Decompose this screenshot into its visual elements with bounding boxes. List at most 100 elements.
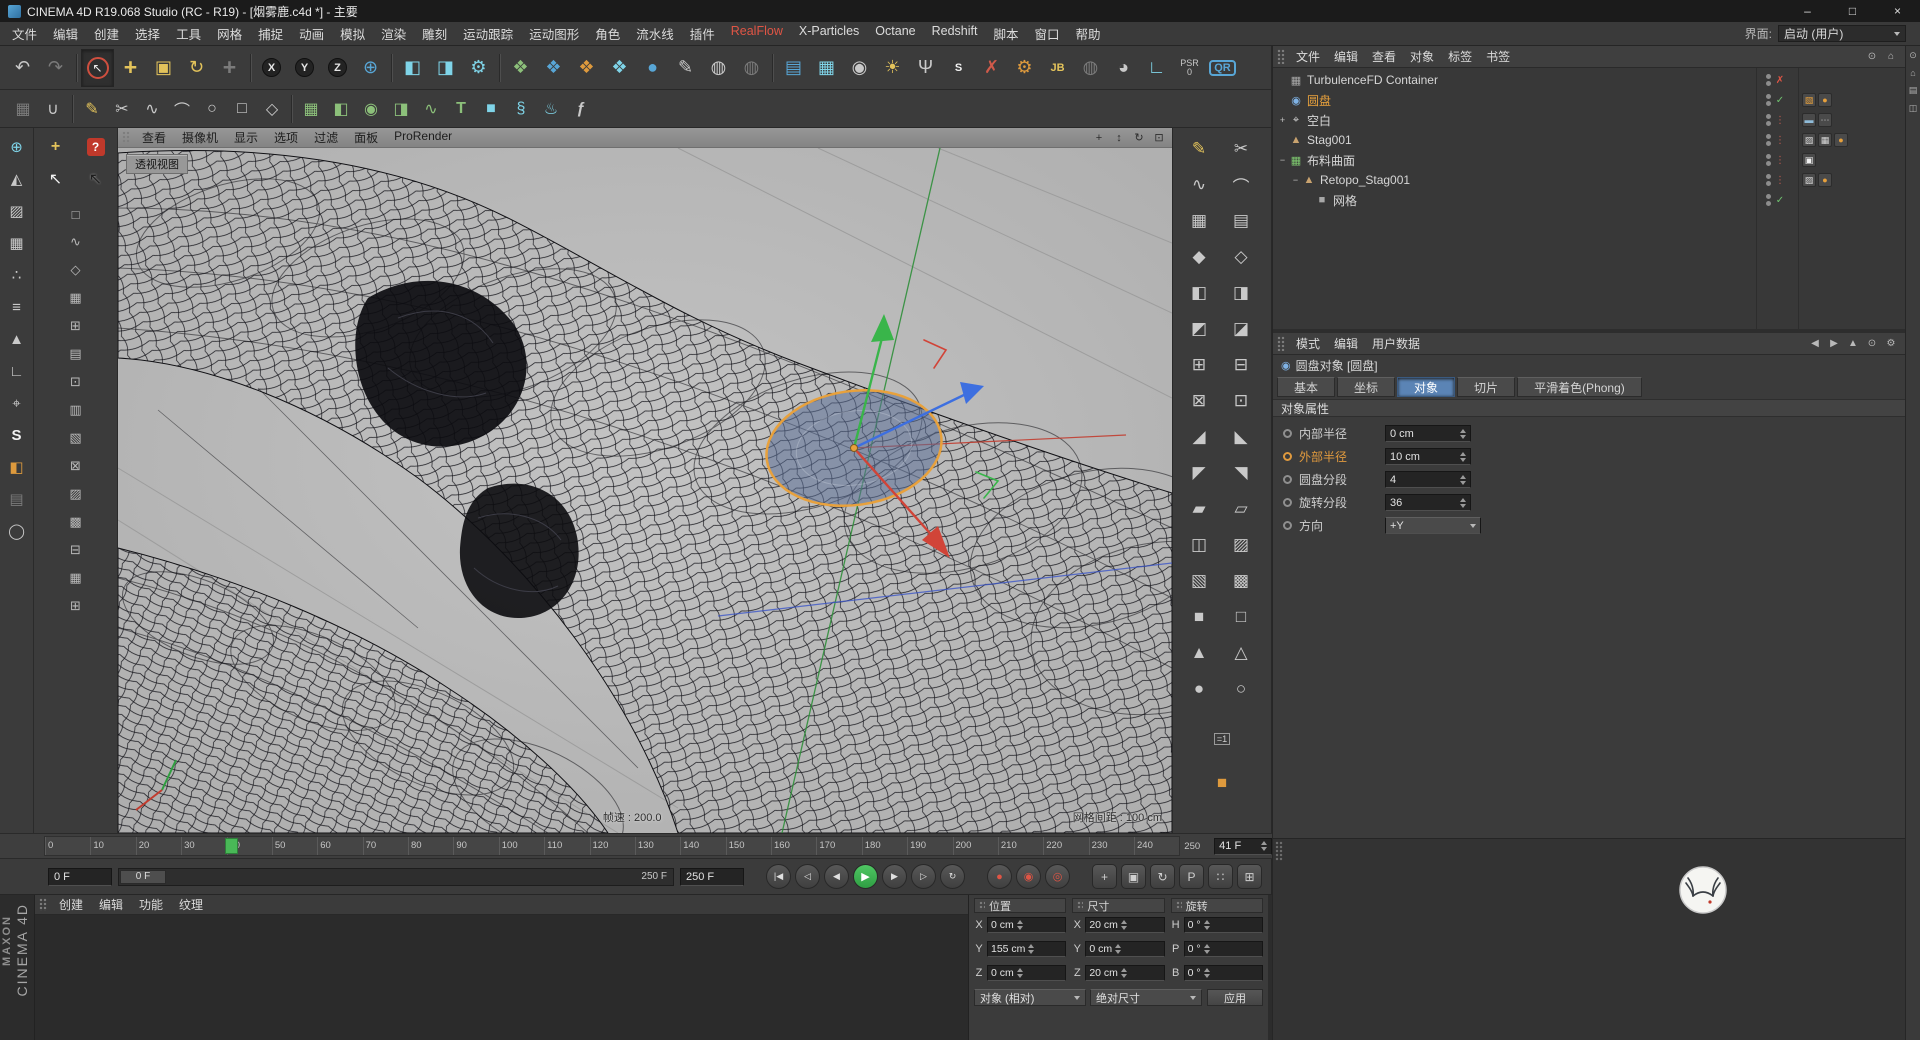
coordinate-input[interactable]: 0 cm	[987, 965, 1066, 981]
psr-icon[interactable]: PSR 0	[1173, 49, 1206, 87]
command-icon[interactable]: ▱	[1223, 492, 1259, 526]
record-position-toggle[interactable]: +	[1092, 864, 1117, 889]
points-mode-icon[interactable]: ∴	[4, 262, 30, 288]
layers-icon[interactable]: ▤	[1909, 85, 1918, 96]
toolbar-icon[interactable]	[76, 54, 77, 82]
checker-sphere-icon[interactable]: ◕	[1107, 49, 1140, 87]
coordinate-input[interactable]: 0 °	[1184, 941, 1263, 957]
spiral-icon[interactable]: §	[506, 94, 536, 124]
loft-icon[interactable]: ◨	[386, 94, 416, 124]
viewport-menu-item[interactable]: 选项	[266, 129, 306, 146]
record-parameter-toggle[interactable]: P	[1179, 864, 1204, 889]
command-icon[interactable]: ◨	[1223, 276, 1259, 310]
render-settings-icon[interactable]: ⚙	[462, 49, 495, 87]
enable-state-icon[interactable]: ⋮	[1774, 115, 1786, 126]
turbulencefd-icon[interactable]: S	[942, 49, 975, 87]
attribute-menu-item[interactable]: 模式	[1289, 335, 1327, 352]
render-picture-viewer-icon[interactable]: ◨	[429, 49, 462, 87]
object-manager-menu-item[interactable]: 查看	[1365, 48, 1403, 65]
menu-item[interactable]: 运动图形	[521, 24, 587, 43]
visibility-toggles[interactable]: ⋮	[1755, 110, 1797, 130]
enable-state-icon[interactable]: ⋮	[1774, 135, 1786, 146]
object-tag-icon[interactable]: ●	[1834, 133, 1848, 147]
team-render-icon[interactable]: ▤	[777, 49, 810, 87]
command-icon[interactable]: ▧	[1181, 564, 1217, 598]
home-icon[interactable]: ⌂	[1883, 49, 1899, 65]
attribute-tab[interactable]: 坐标	[1337, 377, 1395, 397]
move-tool-icon[interactable]: +	[114, 49, 147, 87]
menu-item[interactable]: 运动跟踪	[455, 24, 521, 43]
object-tag-icon[interactable]: ▦	[1818, 133, 1832, 147]
expander-icon[interactable]: −	[1277, 155, 1288, 165]
menu-item[interactable]: 创建	[86, 24, 127, 43]
menu-item[interactable]: 工具	[168, 24, 209, 43]
command-icon[interactable]: ◥	[1223, 456, 1259, 490]
command-icon[interactable]: ▤	[1223, 204, 1259, 238]
scale-tool-icon[interactable]: ▣	[147, 49, 180, 87]
maximize-button[interactable]: □	[1830, 0, 1875, 22]
palette-tool-icon[interactable]: ⊟	[64, 538, 88, 562]
object-name[interactable]: Stag001	[1307, 133, 1352, 147]
sweep-icon[interactable]: ∿	[416, 94, 446, 124]
light-icon[interactable]: ☀	[876, 49, 909, 87]
apply-button[interactable]: 应用	[1207, 989, 1263, 1006]
palette-tool-icon[interactable]: ∿	[64, 230, 88, 254]
command-icon[interactable]: ⊟	[1223, 348, 1259, 382]
black-cursor-icon[interactable]: ↖	[81, 164, 111, 194]
object-row[interactable]: − ▦ 布料曲面 ⋮ ▣	[1273, 150, 1905, 170]
object-manager-menu-item[interactable]: 对象	[1403, 48, 1441, 65]
subdivision-surface-icon[interactable]: ▦	[296, 94, 326, 124]
paint-bucket-icon[interactable]: ◧	[4, 454, 30, 480]
palette-tool-icon[interactable]: ⊡	[64, 370, 88, 394]
attribute-input[interactable]: 0 cm	[1385, 425, 1471, 442]
command-icon[interactable]: ○	[1223, 672, 1259, 706]
stepper[interactable]	[1460, 498, 1466, 508]
menu-item[interactable]: 流水线	[628, 24, 682, 43]
coordinate-input[interactable]: 0 cm	[1085, 941, 1164, 957]
enable-state-icon[interactable]: ⋮	[1774, 175, 1786, 186]
object-row[interactable]: + ⌖ 空白 ⋮ ▬⋯	[1273, 110, 1905, 130]
keyframe-dot[interactable]	[1283, 521, 1292, 530]
camera-icon[interactable]: ◉	[843, 49, 876, 87]
viewport-menu-item[interactable]: 摄像机	[174, 129, 226, 146]
settings-icon[interactable]: ⚙	[1883, 336, 1899, 352]
workplane-mode-icon[interactable]: ▦	[4, 230, 30, 256]
content-browser-icon[interactable]: ▦	[810, 49, 843, 87]
range-end-field[interactable]: 250 F	[680, 868, 744, 886]
visibility-toggles[interactable]: ✓	[1755, 190, 1797, 210]
palette-tool-icon[interactable]: ▦	[64, 566, 88, 590]
visibility-toggles[interactable]: ⋮	[1755, 150, 1797, 170]
enable-state-icon[interactable]: ✓	[1774, 195, 1786, 206]
menu-item[interactable]: 网格	[209, 24, 250, 43]
menu-item[interactable]: 插件	[682, 24, 723, 43]
keyframe-selection-button[interactable]: ◎	[1045, 864, 1070, 889]
x-axis-lock-icon[interactable]: X	[255, 49, 288, 87]
toolbar-icon[interactable]	[772, 54, 773, 82]
close-button[interactable]: ×	[1875, 0, 1920, 22]
current-frame-field[interactable]: 41 F	[1214, 838, 1272, 855]
command-icon[interactable]: ✂	[1223, 132, 1259, 166]
command-icon[interactable]: ⊠	[1181, 384, 1217, 418]
coordinate-input[interactable]: 0 °	[1184, 965, 1263, 981]
command-icon[interactable]: ⌒	[1223, 168, 1259, 202]
palette-tool-icon[interactable]: ▤	[64, 342, 88, 366]
white-cursor-icon[interactable]: ↖	[41, 164, 71, 194]
timeline-ruler[interactable]: 0102030405060708090100110120130140150160…	[44, 836, 1180, 856]
menu-item[interactable]: 编辑	[45, 24, 86, 43]
command-icon[interactable]: ◧	[1181, 276, 1217, 310]
object-row[interactable]: − ▲ Retopo_Stag001 ⋮ ▨●	[1273, 170, 1905, 190]
keyframe-dot[interactable]	[1283, 452, 1292, 461]
menu-item[interactable]: 渲染	[373, 24, 414, 43]
keyframe-dot[interactable]	[1283, 429, 1292, 438]
command-icon[interactable]: ▰	[1181, 492, 1217, 526]
attribute-input[interactable]: 36	[1385, 494, 1471, 511]
grip-handle[interactable]	[39, 898, 47, 911]
menu-item[interactable]: Redshift	[924, 24, 986, 43]
palette-tool-icon[interactable]: □	[64, 202, 88, 226]
object-name[interactable]: 圆盘	[1307, 92, 1331, 109]
grip-handle[interactable]	[1077, 901, 1083, 910]
command-icon[interactable]: △	[1223, 636, 1259, 670]
jb-plugin-icon[interactable]: JB	[1041, 49, 1074, 87]
history-forward-icon[interactable]: ▶	[1826, 336, 1842, 352]
record-scale-toggle[interactable]: ▣	[1121, 864, 1146, 889]
